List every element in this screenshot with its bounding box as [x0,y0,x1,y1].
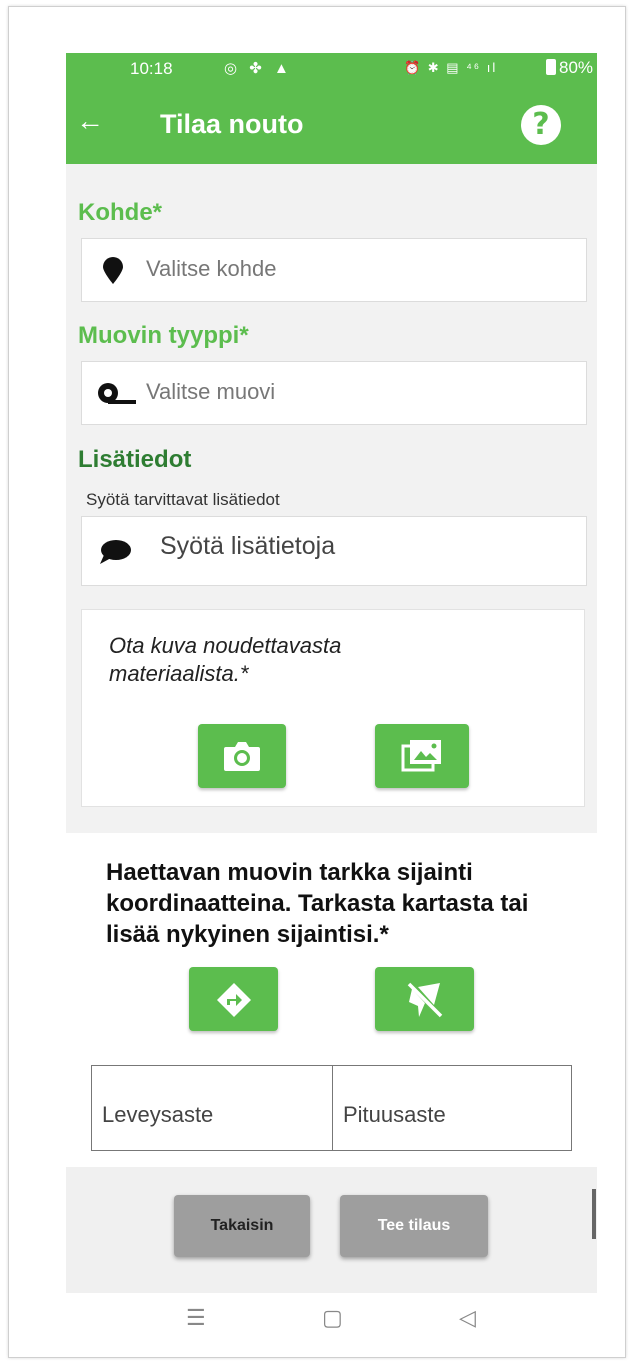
photo-instruction: Ota kuva noudettavasta materiaalista.* [109,633,342,686]
status-bar: 10:18 ◎ ✤ ▲ ⏰ ✱ ▤ ⁴⁶ ıl 80% [66,53,597,87]
device-frame: 10:18 ◎ ✤ ▲ ⏰ ✱ ▤ ⁴⁶ ıl 80% ← Tilaa nout… [8,6,626,1358]
battery-icon [546,59,556,75]
battery-status: 80% [546,58,593,78]
additional-info-placeholder: Syötä lisätietoja [160,532,336,560]
gallery-icon [401,740,441,772]
longitude-input[interactable]: Pituusaste [333,1066,571,1150]
system-nav-bar: ☰ ▢ ◁ [66,1293,597,1353]
additional-info-input[interactable]: Syötä lisätietoja [81,516,587,586]
plastic-roll-icon [98,383,136,404]
longitude-placeholder: Pituusaste [343,1102,446,1127]
open-map-button[interactable] [189,967,278,1031]
recents-icon[interactable]: ☰ [186,1305,206,1331]
bottom-action-bar: Takaisin Tee tilaus [66,1167,597,1293]
submit-order-button[interactable]: Tee tilaus [340,1195,488,1257]
plastic-type-select[interactable]: Valitse muovi [81,361,587,425]
additional-info-label: Lisätiedot [78,446,192,473]
destination-select[interactable]: Valitse kohde [81,238,587,302]
page-title: Tilaa nouto [160,109,304,139]
directions-icon [217,983,251,1017]
latitude-input[interactable]: Leveysaste [92,1066,333,1150]
destination-label: Kohde* [78,199,162,226]
home-icon[interactable]: ▢ [322,1305,343,1331]
app-screen: 10:18 ◎ ✤ ▲ ⏰ ✱ ▤ ⁴⁶ ıl 80% ← Tilaa nout… [66,53,597,1353]
status-system-icons: ⏰ ✱ ▤ ⁴⁶ ıl [404,60,498,75]
plastic-type-label: Muovin tyyppi* [78,322,249,349]
plastic-type-placeholder: Valitse muovi [146,379,276,404]
location-off-icon [407,982,443,1018]
back-button[interactable]: Takaisin [174,1195,310,1257]
location-section: Haettavan muovin tarkka sijainti koordin… [66,833,597,1353]
battery-level: 80% [559,58,594,77]
map-pin-icon [103,257,123,284]
chat-bubble-icon [100,540,131,564]
app-bar: 10:18 ◎ ✤ ▲ ⏰ ✱ ▤ ⁴⁶ ıl 80% ← Tilaa nout… [66,53,597,164]
additional-info-hint: Syötä tarvittavat lisätiedot [86,490,280,509]
latitude-placeholder: Leveysaste [102,1102,214,1127]
arrow-left-icon[interactable]: ← [76,107,104,135]
coordinate-inputs: Leveysaste Pituusaste [91,1065,572,1151]
destination-placeholder: Valitse kohde [146,256,277,281]
use-current-location-button[interactable] [375,967,474,1031]
scrollbar[interactable] [592,1189,596,1239]
status-notification-icons: ◎ ✤ ▲ [224,60,293,77]
choose-from-gallery-button[interactable] [375,724,469,788]
photo-card: Ota kuva noudettavasta materiaalista.* [81,609,585,807]
help-icon[interactable]: ? [521,105,561,145]
take-photo-button[interactable] [198,724,286,788]
nav-back-icon[interactable]: ◁ [459,1305,476,1331]
status-time: 10:18 [130,59,173,78]
camera-icon [224,742,260,771]
location-instruction: Haettavan muovin tarkka sijainti koordin… [106,859,529,948]
